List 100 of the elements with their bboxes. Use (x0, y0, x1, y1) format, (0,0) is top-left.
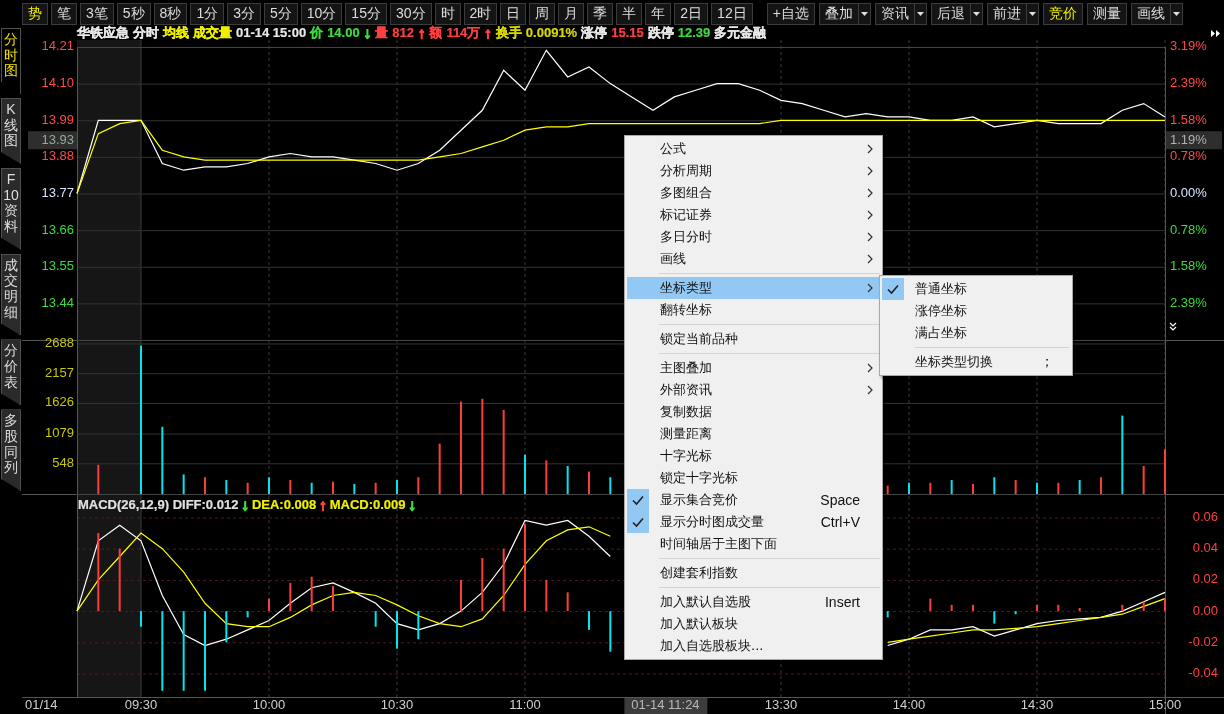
menu-item[interactable]: 十字光标 (627, 445, 880, 467)
menu-item[interactable]: 主图叠加 (627, 357, 880, 379)
volume-bar (374, 482, 377, 494)
period-button[interactable]: 笔 (51, 3, 77, 25)
volume-axis-label: 548 (52, 454, 74, 470)
period-button[interactable]: 日 (500, 3, 527, 25)
caret-icon (916, 12, 924, 16)
legend-text: DEA:0.008 (251, 498, 317, 512)
menu-item[interactable]: 测量距离 (627, 423, 880, 445)
menu-item[interactable]: 外部资讯 (627, 379, 880, 401)
quote-text: 分时 (133, 26, 159, 40)
volume-bar (929, 482, 932, 494)
quote-text: 换手 (495, 26, 522, 40)
macd-bar (950, 604, 953, 612)
period-button[interactable]: 半 (616, 3, 643, 25)
menu-item[interactable]: 多日分时 (627, 226, 880, 248)
period-button[interactable]: 5分 (264, 3, 298, 25)
toolbar-button[interactable]: 测量 (1086, 3, 1127, 25)
percent-axis-label: 0.00% (1170, 184, 1207, 200)
toolbar-button[interactable]: 后退 (930, 3, 971, 25)
double-right-arrow-icon[interactable] (1211, 29, 1220, 37)
menu-item[interactable]: 翻转坐标 (627, 299, 880, 321)
volume-bar (950, 480, 953, 494)
volume-bar (1057, 482, 1060, 494)
chevron-right-icon (867, 232, 873, 242)
menu-item[interactable]: 画线 (627, 248, 880, 270)
period-button[interactable]: 2时 (463, 3, 498, 25)
menu-item[interactable]: 时间轴居于主图下面 (627, 533, 880, 555)
toolbar-button[interactable]: 竞价 (1042, 3, 1083, 25)
date-label: 01/14 (25, 697, 58, 713)
menu-item[interactable]: 涨停坐标 (882, 300, 1070, 322)
percent-axis-label: 1.58% (1170, 111, 1207, 127)
period-button[interactable]: 3分 (227, 3, 261, 25)
price-axis-label: 13.99 (41, 111, 74, 127)
quote-text: 华铁应急 (77, 26, 129, 40)
period-button[interactable]: 8秒 (153, 3, 188, 25)
period-button[interactable]: 2日 (674, 3, 709, 25)
toolbar-button[interactable]: 画线 (1130, 3, 1171, 25)
volume-bar (225, 480, 228, 494)
menu-item[interactable]: 公式 (627, 138, 880, 160)
menu-item[interactable]: 加入默认自选股 Insert (627, 591, 880, 613)
percent-axis-label: 2.39% (1170, 294, 1207, 310)
menu-item[interactable]: 显示分时图成交量 Ctrl+V (627, 511, 880, 533)
menu-item[interactable]: 坐标类型切换 ； (882, 351, 1070, 373)
period-button[interactable]: 5秒 (116, 3, 151, 25)
menu-item[interactable]: 分析周期 (627, 160, 880, 182)
macd-bar (310, 576, 313, 612)
period-button[interactable]: 15分 (345, 3, 387, 25)
menu-item[interactable]: 显示集合竞价 Space (627, 489, 880, 511)
time-label: 14:30 (1020, 697, 1054, 713)
menu-item[interactable]: 加入默认板块 (627, 613, 880, 635)
macd-bar (118, 548, 121, 612)
period-button[interactable]: 季 (587, 3, 614, 25)
menu-item[interactable]: 坐标类型 (627, 277, 880, 299)
period-button[interactable]: 3笔 (80, 3, 114, 25)
period-button[interactable]: 月 (558, 3, 585, 25)
toolbar-button[interactable]: 前进 (986, 3, 1027, 25)
toolbar-button[interactable]: 资讯 (874, 3, 915, 25)
shortcut-text: Space (820, 492, 860, 508)
macd-bar (886, 611, 889, 618)
menu-item[interactable]: 锁定十字光标 (627, 467, 880, 489)
period-button[interactable]: 30分 (389, 3, 432, 25)
period-button[interactable]: 年 (645, 3, 672, 25)
quote-text: 14.00 (327, 26, 360, 40)
caret-icon (1028, 12, 1036, 16)
period-button[interactable]: 周 (529, 3, 556, 25)
chevron-right-icon (867, 144, 873, 154)
side-tab[interactable]: F10资料 (1, 168, 21, 250)
period-button[interactable]: 时 (434, 3, 461, 25)
side-tab[interactable]: 分价表 (1, 339, 21, 406)
price-axis-label: 13.55 (41, 258, 74, 274)
menu-item[interactable]: 创建套利指数 (627, 562, 880, 584)
time-label: 15:00 (1148, 697, 1182, 713)
quote-text: ↑ (417, 26, 426, 40)
time-label: 11:00 (509, 697, 541, 713)
menu-item[interactable]: 多图组合 (627, 182, 880, 204)
menu-item[interactable]: 锁定当前品种 (627, 328, 880, 350)
side-tab[interactable]: 多股同列 (1, 409, 21, 492)
menu-item[interactable]: 普通坐标 (882, 278, 1070, 300)
menu-item[interactable]: 复制数据 (627, 401, 880, 423)
period-button[interactable]: 势 (22, 3, 48, 25)
side-tab[interactable]: K线图 (1, 98, 21, 165)
toolbar-button[interactable]: +自选 (766, 3, 815, 25)
period-button[interactable]: 12日 (711, 3, 753, 25)
time-label: 10:30 (380, 697, 414, 713)
menu-item[interactable]: 标记证券 (627, 204, 880, 226)
quote-text: 0.0091% (525, 26, 578, 40)
macd-bar (1142, 601, 1145, 612)
period-button[interactable]: 1分 (190, 3, 225, 25)
volume-axis-label: 2157 (45, 364, 74, 380)
macd-bar (545, 579, 548, 612)
menu-item[interactable]: 满占坐标 (882, 322, 1070, 344)
menu-item[interactable]: 加入自选股板块... (627, 635, 880, 657)
side-tab[interactable]: 成交明细 (1, 253, 21, 336)
quote-text: 成交量 (193, 26, 232, 40)
period-button[interactable]: 10分 (300, 3, 343, 25)
quote-text: ↓ (363, 26, 372, 40)
toolbar-button[interactable]: 叠加 (818, 3, 859, 25)
side-tab[interactable]: 分时图 (1, 28, 21, 94)
shortcut-text: Insert (825, 594, 860, 610)
